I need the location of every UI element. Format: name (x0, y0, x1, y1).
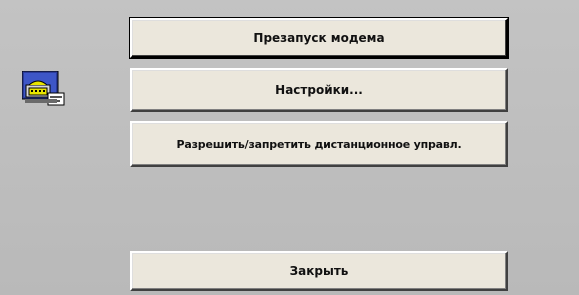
modem-phone-icon (21, 70, 66, 109)
toggle-remote-control-button[interactable]: Разрешить/запретить дистанционное управл… (130, 121, 508, 167)
settings-button[interactable]: Настройки... (130, 68, 508, 112)
close-button[interactable]: Закрыть (130, 251, 508, 291)
restart-modem-button[interactable]: Презапуск модема (129, 17, 509, 59)
modem-control-dialog: Презапуск модема Настройки... Разрешить/… (0, 0, 579, 295)
